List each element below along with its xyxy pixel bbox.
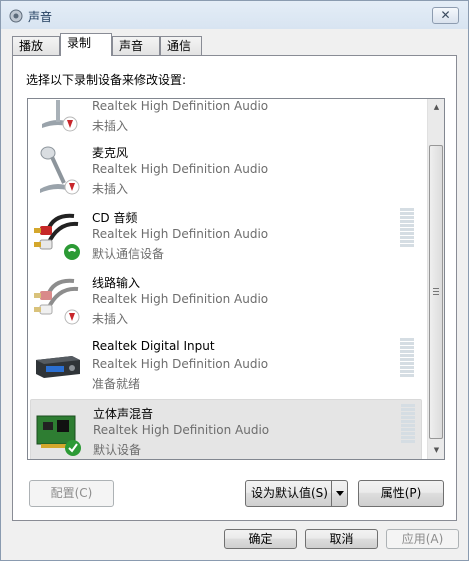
device-driver: Realtek High Definition Audio [92,292,269,306]
device-name: 线路输入 [92,276,141,290]
vertical-scrollbar[interactable]: ▲ ▼ [427,99,444,459]
device-status: 未插入 [92,182,129,196]
device-name: 麦克风 [92,146,129,160]
dropdown-arrow-icon[interactable] [331,481,347,506]
device-status: 默认通信设备 [92,247,165,261]
level-meter [400,208,414,250]
device-driver: Realtek High Definition Audio [92,357,269,371]
apply-button[interactable]: 应用(A) [386,529,459,549]
device-driver: Realtek High Definition Audio [93,423,270,437]
digital-receiver-icon [36,356,80,378]
device-item[interactable]: Realtek High Definition Audio 未插入 [30,99,422,139]
microphone-icon [40,146,80,195]
device-status: 未插入 [92,119,129,133]
device-item-stereo-mix[interactable]: 立体声混音 Realtek High Definition Audio 默认设备 [30,399,422,459]
close-button[interactable]: ✕ [432,7,459,24]
scroll-down-arrow-icon[interactable]: ▼ [428,442,444,459]
device-driver: Realtek High Definition Audio [92,162,269,176]
unplugged-badge [64,309,80,325]
set-default-label: 设为默认值(S) [251,486,328,500]
device-name: CD 音频 [92,211,138,225]
scrollbar-thumb[interactable] [429,145,443,439]
instruction-label: 选择以下录制设备来修改设置: [26,73,187,87]
unplugged-badge [62,116,78,132]
tab-sounds[interactable]: 声音 [112,36,160,56]
grip-icon [433,288,439,295]
microphone-icon [42,100,78,132]
recording-panel: 选择以下录制设备来修改设置: Realtek High Definition A… [12,55,457,521]
window-title: 声音 [28,10,53,24]
cancel-button[interactable]: 取消 [305,529,378,549]
device-status: 准备就绪 [92,377,141,391]
rca-cable-icon [34,278,80,325]
default-check-badge [65,440,81,456]
device-name: Realtek Digital Input [92,339,215,353]
tab-recording[interactable]: 录制 [60,33,112,56]
level-meter [400,338,414,380]
speaker-icon [9,9,23,23]
device-driver: Realtek High Definition Audio [92,227,269,241]
ok-button[interactable]: 确定 [224,529,297,549]
phone-badge [64,244,80,260]
device-item-cd-audio[interactable]: CD 音频 Realtek High Definition Audio 默认通信… [30,204,422,267]
device-list[interactable]: Realtek High Definition Audio 未插入 麦克风 Re… [27,98,445,460]
device-status: 未插入 [92,312,129,326]
scroll-up-arrow-icon[interactable]: ▲ [428,99,444,116]
level-meter [401,404,415,446]
device-name: 立体声混音 [93,407,154,421]
sound-card-icon [36,415,81,456]
unplugged-badge [64,179,80,195]
tab-communications[interactable]: 通信 [160,36,202,56]
device-item-microphone[interactable]: 麦克风 Realtek High Definition Audio 未插入 [30,139,422,202]
device-item-line-in[interactable]: 线路输入 Realtek High Definition Audio 未插入 [30,269,422,332]
set-default-button[interactable]: 设为默认值(S) [245,480,348,507]
sound-dialog: 声音 ✕ 播放 录制 声音 通信 选择以下录制设备来修改设置: Realtek … [0,0,469,561]
configure-button[interactable]: 配置(C) [29,480,114,507]
title-bar: 声音 ✕ [1,1,468,29]
rca-cable-icon [34,213,80,260]
device-driver: Realtek High Definition Audio [92,99,269,113]
properties-button[interactable]: 属性(P) [358,480,444,507]
device-status: 默认设备 [93,443,142,457]
device-item-digital-input[interactable]: Realtek Digital Input Realtek High Defin… [30,334,422,397]
tab-playback[interactable]: 播放 [12,36,60,56]
